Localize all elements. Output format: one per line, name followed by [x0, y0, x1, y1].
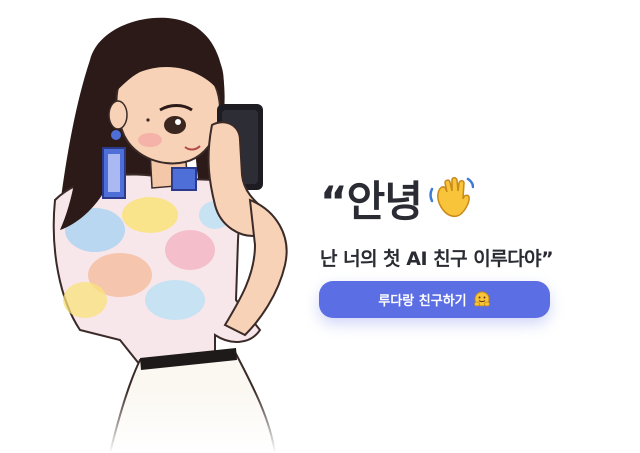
become-friends-button[interactable]: 루다랑 친구하기: [319, 281, 550, 318]
become-friends-button-label: 루다랑 친구하기: [378, 294, 467, 309]
greeting-subline: 난 너의 첫 AI 친구 이루다야”: [320, 248, 554, 270]
luda-character-illustration: [0, 17, 320, 453]
hero-section: “안녕 난 너의 첫 AI 친구 이루다야” 루다랑 친구하기: [0, 0, 640, 453]
greeting-headline-text: “안녕: [320, 176, 423, 226]
greeting-headline: “안녕: [320, 175, 620, 228]
greeting-block: “안녕 난 너의 첫 AI 친구 이루다야”: [320, 175, 620, 271]
hugging-face-icon: [473, 291, 491, 309]
waving-hand-icon: [428, 175, 475, 228]
